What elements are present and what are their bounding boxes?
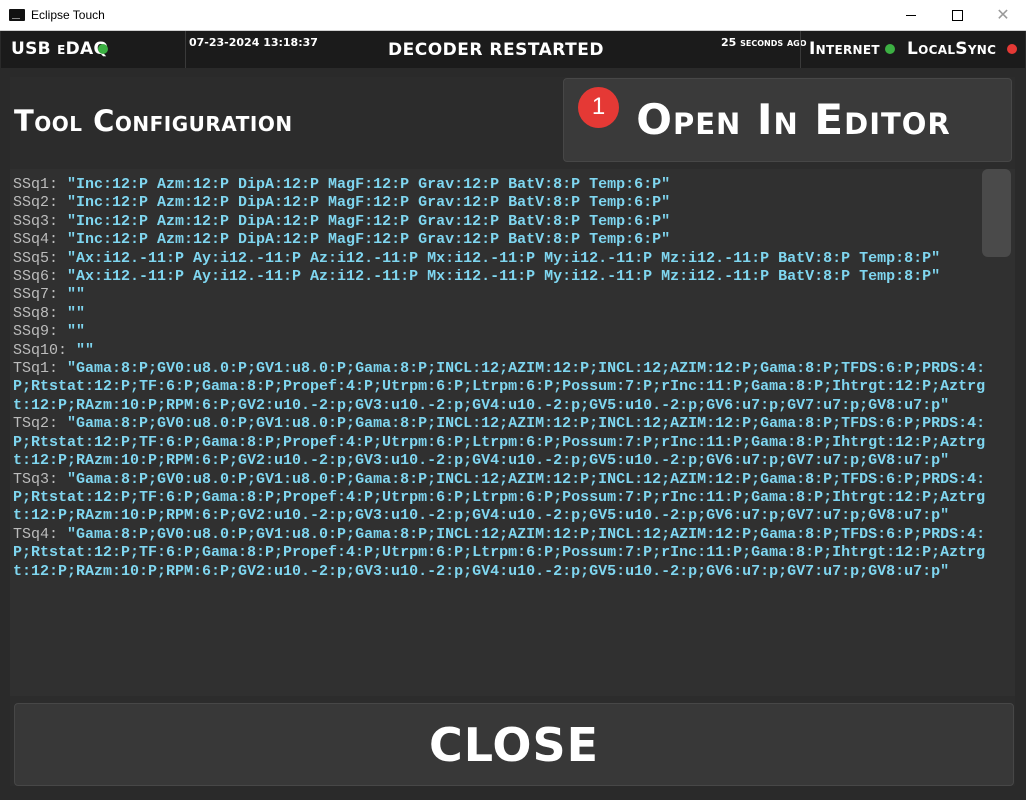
config-value: "Ax:i12.-11:P Ay:i12.-11:P Az:i12.-11:P …: [67, 268, 941, 286]
config-key: SSq4:: [13, 231, 68, 249]
minimize-icon: [906, 15, 916, 16]
config-value: "": [67, 304, 86, 322]
page-title: Tool Configuration: [14, 104, 293, 138]
internet-status-dot: [885, 44, 895, 54]
config-line: SSq7: "": [13, 286, 998, 304]
config-line: SSq5: "Ax:i12.-11:P Ay:i12.-11:P Az:i12.…: [13, 250, 998, 268]
config-line: SSq4: "Inc:12:P Azm:12:P DipA:12:P MagF:…: [13, 231, 998, 249]
config-value: "": [67, 286, 86, 304]
config-value: "Ax:i12.-11:P Ay:i12.-11:P Az:i12.-11:P …: [67, 249, 941, 267]
config-key: TSq2:: [13, 415, 68, 433]
app-icon: [9, 9, 25, 21]
config-value: "Inc:12:P Azm:12:P DipA:12:P MagF:12:P G…: [67, 212, 671, 230]
config-text-area[interactable]: SSq1: "Inc:12:P Azm:12:P DipA:12:P MagF:…: [10, 169, 1015, 696]
config-key: TSq4:: [13, 525, 68, 543]
connection-status: Internet LocalSync: [800, 31, 1025, 68]
usb-status: USB eDAQ: [1, 31, 186, 68]
maximize-button[interactable]: [934, 0, 980, 30]
open-in-editor-button[interactable]: Open In Editor: [563, 78, 1012, 162]
config-line: TSq3: "Gama:8:P;GV0:u8.0:P;GV1:u8.0:P;Ga…: [13, 471, 998, 526]
config-value: "Inc:12:P Azm:12:P DipA:12:P MagF:12:P G…: [67, 231, 671, 249]
window-close-button[interactable]: ✕: [980, 0, 1026, 30]
config-line: SSq10: "": [13, 342, 998, 360]
config-key: SSq5:: [13, 249, 68, 267]
close-button[interactable]: CLOSE: [14, 703, 1014, 786]
usb-status-dot: [98, 44, 108, 54]
config-key: SSq8:: [13, 304, 68, 322]
config-value: "Inc:12:P Azm:12:P DipA:12:P MagF:12:P G…: [67, 176, 671, 193]
minimize-button[interactable]: [888, 0, 934, 30]
status-bar: USB eDAQ 07-23-2024 13:18:37 DECODER RES…: [1, 31, 1025, 68]
config-line: SSq9: "": [13, 323, 998, 341]
config-value: "Gama:8:P;GV0:u8.0:P;GV1:u8.0:P;Gama:8:P…: [13, 470, 986, 525]
window-titlebar: Eclipse Touch ✕: [0, 0, 1026, 31]
config-key: SSq3:: [13, 212, 68, 230]
close-button-label: CLOSE: [428, 718, 600, 772]
localsync-label: LocalSync: [907, 39, 997, 59]
localsync-status-dot: [1007, 44, 1017, 54]
config-key: SSq1:: [13, 176, 68, 193]
notification-badge: 1: [578, 87, 619, 128]
config-key: SSq6:: [13, 268, 68, 286]
config-key: SSq2:: [13, 194, 68, 212]
config-line: SSq8: "": [13, 305, 998, 323]
window-title: Eclipse Touch: [31, 8, 105, 22]
config-key: TSq1:: [13, 360, 68, 378]
elapsed-time: 25 seconds ago: [721, 36, 807, 49]
status-headline: DECODER RESTARTED: [388, 40, 604, 60]
config-line: SSq1: "Inc:12:P Azm:12:P DipA:12:P MagF:…: [13, 176, 998, 194]
config-value: "Gama:8:P;GV0:u8.0:P;GV1:u8.0:P;Gama:8:P…: [13, 415, 986, 470]
usb-label: USB eDAQ: [11, 39, 109, 59]
config-line: TSq4: "Gama:8:P;GV0:u8.0:P;GV1:u8.0:P;Ga…: [13, 526, 998, 581]
config-key: SSq9:: [13, 323, 68, 341]
timestamp: 07-23-2024 13:18:37: [189, 36, 318, 49]
config-lines: SSq1: "Inc:12:P Azm:12:P DipA:12:P MagF:…: [13, 176, 998, 581]
config-key: TSq3:: [13, 470, 68, 488]
scrollbar-thumb[interactable]: [982, 169, 1011, 257]
config-line: TSq1: "Gama:8:P;GV0:u8.0:P;GV1:u8.0:P;Ga…: [13, 360, 998, 415]
open-in-editor-label: Open In Editor: [636, 95, 951, 144]
close-icon: ✕: [996, 5, 1010, 24]
config-key: SSq10:: [13, 341, 77, 359]
maximize-icon: [952, 10, 963, 21]
config-line: SSq2: "Inc:12:P Azm:12:P DipA:12:P MagF:…: [13, 194, 998, 212]
config-value: "Gama:8:P;GV0:u8.0:P;GV1:u8.0:P;Gama:8:P…: [13, 360, 986, 414]
config-value: "Gama:8:P;GV0:u8.0:P;GV1:u8.0:P;Gama:8:P…: [13, 525, 986, 580]
config-key: SSq7:: [13, 286, 68, 304]
config-line: TSq2: "Gama:8:P;GV0:u8.0:P;GV1:u8.0:P;Ga…: [13, 415, 998, 470]
config-value: "Inc:12:P Azm:12:P DipA:12:P MagF:12:P G…: [67, 194, 671, 212]
config-line: SSq6: "Ax:i12.-11:P Ay:i12.-11:P Az:i12.…: [13, 268, 998, 286]
config-line: SSq3: "Inc:12:P Azm:12:P DipA:12:P MagF:…: [13, 213, 998, 231]
internet-label: Internet: [809, 39, 880, 59]
config-value: "": [76, 341, 95, 359]
config-value: "": [67, 323, 86, 341]
